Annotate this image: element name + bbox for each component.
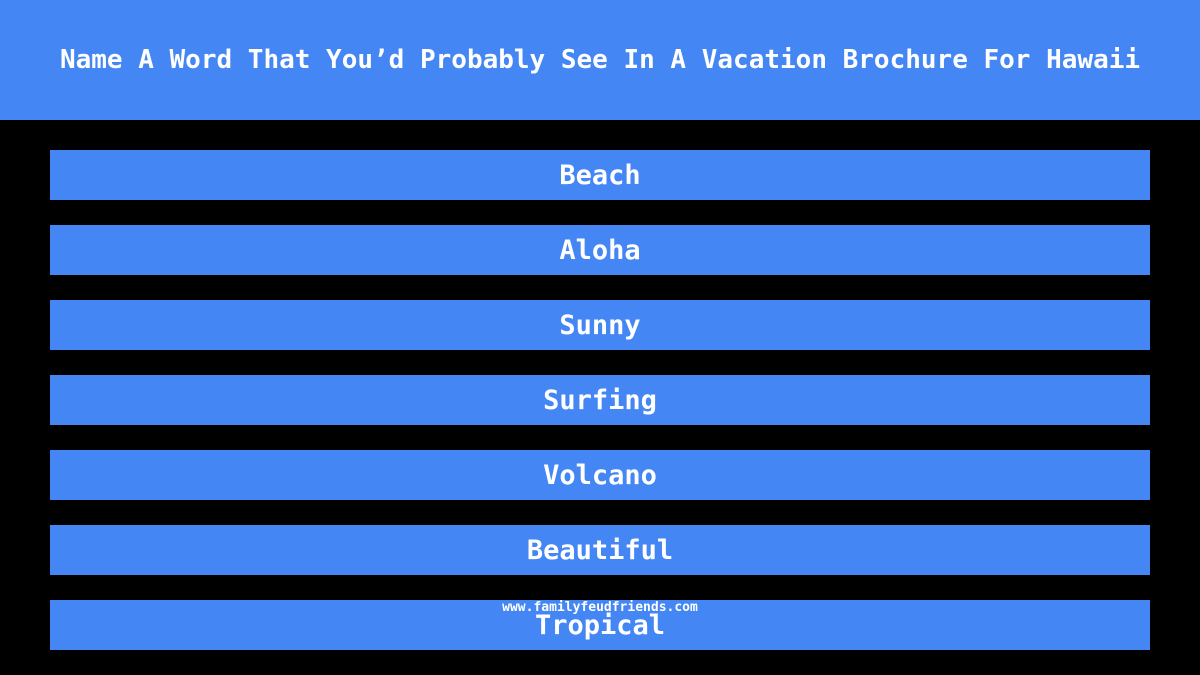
question-title: Name A Word That You’d Probably See In A… xyxy=(59,45,1141,75)
answer-item[interactable]: Sunny xyxy=(50,300,1150,350)
header-banner: Name A Word That You’d Probably See In A… xyxy=(0,0,1200,120)
answer-item[interactable]: Volcano xyxy=(50,450,1150,500)
site-url: www.familyfeudfriends.com xyxy=(502,600,698,615)
answer-item[interactable]: Surfing xyxy=(50,375,1150,425)
answer-item[interactable]: Beautiful xyxy=(50,525,1150,575)
answer-item[interactable]: Beach xyxy=(50,150,1150,200)
answer-item[interactable]: Aloha xyxy=(50,225,1150,275)
answer-list: Beach Aloha Sunny Surfing Volcano Beauti… xyxy=(50,150,1150,675)
